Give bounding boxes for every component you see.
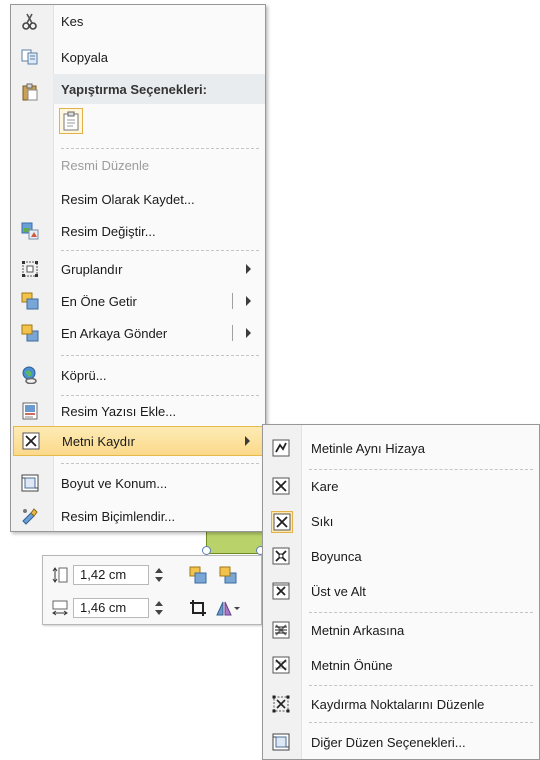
- menu-item-label: Metinle Aynı Hizaya: [311, 440, 425, 456]
- menu-item-wrap-text[interactable]: Metni Kaydır: [13, 426, 263, 456]
- separator: [309, 469, 533, 470]
- wrap-tight[interactable]: Sıkı: [263, 506, 539, 536]
- paste-options-label: Yapıştırma Seçenekleri:: [61, 81, 207, 97]
- change-picture-icon: [21, 222, 39, 240]
- separator: [61, 463, 259, 464]
- menu-item-label: Resim Yazısı Ekle...: [61, 403, 177, 419]
- menu-item-label: Kes: [61, 13, 84, 29]
- height-spin-buttons[interactable]: [155, 566, 163, 584]
- size-position-icon: [21, 474, 39, 492]
- menu-item-bring-to-front[interactable]: En Öne Getir: [11, 286, 265, 316]
- separator: [309, 722, 533, 723]
- wrap-behind-text[interactable]: Metnin Arkasına: [263, 615, 539, 645]
- wrap-in-front[interactable]: Metnin Önüne: [263, 650, 539, 680]
- menu-item-label: Resim Olarak Kaydet...: [61, 191, 195, 207]
- submenu-arrow-icon: [245, 436, 250, 446]
- menu-item-label: Köprü...: [61, 367, 107, 383]
- paste-icon: [59, 108, 83, 134]
- menu-item-label: Metnin Önüne: [311, 657, 393, 673]
- shape-width-icon: [51, 599, 69, 617]
- menu-item-label: Resim Biçimlendir...: [61, 508, 176, 524]
- format-picture-icon: [21, 507, 39, 525]
- wrap-top-bottom-icon: [272, 582, 290, 600]
- context-menu: Kes Kopyala Yapıştırma Seçenekleri: Resm…: [10, 4, 266, 532]
- menu-item-send-to-back[interactable]: En Arkaya Gönder: [11, 318, 265, 348]
- menu-item-edit-picture: Resmi Düzenle: [11, 150, 265, 180]
- menu-item-hyperlink[interactable]: Köprü...: [11, 360, 265, 390]
- menu-item-label: Sıkı: [311, 513, 334, 529]
- height-input[interactable]: 1,42 cm: [73, 565, 149, 585]
- menu-item-group[interactable]: Gruplandır: [11, 254, 265, 284]
- menu-item-save-as-picture[interactable]: Resim Olarak Kaydet...: [11, 184, 265, 214]
- wrap-square-icon: [272, 477, 290, 495]
- menu-item-label: Diğer Düzen Seçenekleri...: [311, 734, 466, 750]
- submenu-arrow-icon[interactable]: [246, 328, 251, 338]
- height-spinner: 1,42 cm: [73, 563, 163, 587]
- submenu-arrow-icon[interactable]: [246, 296, 251, 306]
- scissors-icon: [21, 12, 39, 30]
- copy-icon: [21, 48, 39, 66]
- separator: [61, 355, 259, 356]
- menu-item-label: Resim Değiştir...: [61, 223, 156, 239]
- wrap-through-icon: [272, 547, 290, 565]
- split-divider: [232, 325, 233, 341]
- separator: [309, 685, 533, 686]
- paste-options-header: Yapıştırma Seçenekleri:: [53, 74, 265, 104]
- menu-item-label: Kare: [311, 478, 339, 494]
- wrap-top-bottom[interactable]: Üst ve Alt: [263, 576, 539, 606]
- wrap-text-submenu: Metinle Aynı Hizaya Kare Sıkı Boyunca Üs…: [262, 424, 540, 760]
- separator: [309, 612, 533, 613]
- menu-item-label: Gruplandır: [61, 261, 123, 277]
- menu-item-cut[interactable]: Kes: [11, 6, 265, 36]
- send-to-back-icon: [21, 324, 39, 342]
- wrap-square[interactable]: Kare: [263, 471, 539, 501]
- more-layout-options[interactable]: Diğer Düzen Seçenekleri...: [263, 727, 539, 757]
- separator: [61, 148, 259, 149]
- width-spinner: 1,46 cm: [73, 596, 163, 620]
- wrap-in-line-icon: [272, 439, 290, 457]
- rotate-icon[interactable]: [215, 599, 241, 617]
- edit-wrap-points[interactable]: Kaydırma Noktalarını Düzenle: [263, 689, 539, 719]
- menu-item-label: Resmi Düzenle: [61, 157, 150, 173]
- menu-item-label: Kopyala: [61, 49, 108, 65]
- menu-item-label: Boyunca: [311, 548, 362, 564]
- layout-options-icon: [272, 733, 290, 751]
- group-icon: [21, 260, 39, 278]
- mini-toolbar: 1,42 cm 1,46 cm: [42, 555, 262, 625]
- bring-forward-icon[interactable]: [189, 566, 207, 584]
- wrap-in-line[interactable]: Metinle Aynı Hizaya: [263, 433, 539, 463]
- wrap-behind-text-icon: [272, 621, 290, 639]
- clipboard-icon: [21, 83, 39, 101]
- resize-handle[interactable]: [202, 546, 211, 555]
- hyperlink-icon: [21, 366, 39, 385]
- menu-item-label: Boyut ve Konum...: [61, 475, 168, 491]
- paste-keep-formatting-button[interactable]: [53, 103, 87, 137]
- menu-item-insert-caption[interactable]: Resim Yazısı Ekle...: [11, 396, 265, 426]
- submenu-arrow-icon: [246, 264, 251, 274]
- crop-icon[interactable]: [189, 599, 207, 617]
- wrap-tight-icon: [271, 511, 293, 533]
- menu-item-size-position[interactable]: Boyut ve Konum...: [11, 468, 265, 498]
- edit-wrap-points-icon: [272, 695, 290, 713]
- wrap-through[interactable]: Boyunca: [263, 541, 539, 571]
- shape-height-icon: [51, 566, 69, 584]
- width-input[interactable]: 1,46 cm: [73, 598, 149, 618]
- menu-item-format-picture[interactable]: Resim Biçimlendir...: [11, 501, 265, 531]
- menu-item-label: En Öne Getir: [61, 293, 137, 309]
- wrap-text-icon: [22, 432, 40, 450]
- menu-item-label: Kaydırma Noktalarını Düzenle: [311, 696, 485, 712]
- caption-icon: [21, 402, 39, 420]
- menu-item-copy[interactable]: Kopyala: [11, 42, 265, 72]
- menu-item-label: Üst ve Alt: [311, 583, 366, 599]
- menu-item-label: Metni Kaydır: [62, 433, 135, 449]
- width-spin-buttons[interactable]: [155, 599, 163, 617]
- wrap-in-front-icon: [272, 656, 290, 674]
- menu-item-label: Metnin Arkasına: [311, 622, 405, 638]
- menu-item-label: En Arkaya Gönder: [61, 325, 168, 341]
- bring-to-front-icon: [21, 292, 39, 310]
- separator: [61, 250, 259, 251]
- menu-item-change-picture[interactable]: Resim Değiştir...: [11, 216, 265, 246]
- split-divider: [232, 293, 233, 309]
- send-backward-icon[interactable]: [219, 566, 237, 584]
